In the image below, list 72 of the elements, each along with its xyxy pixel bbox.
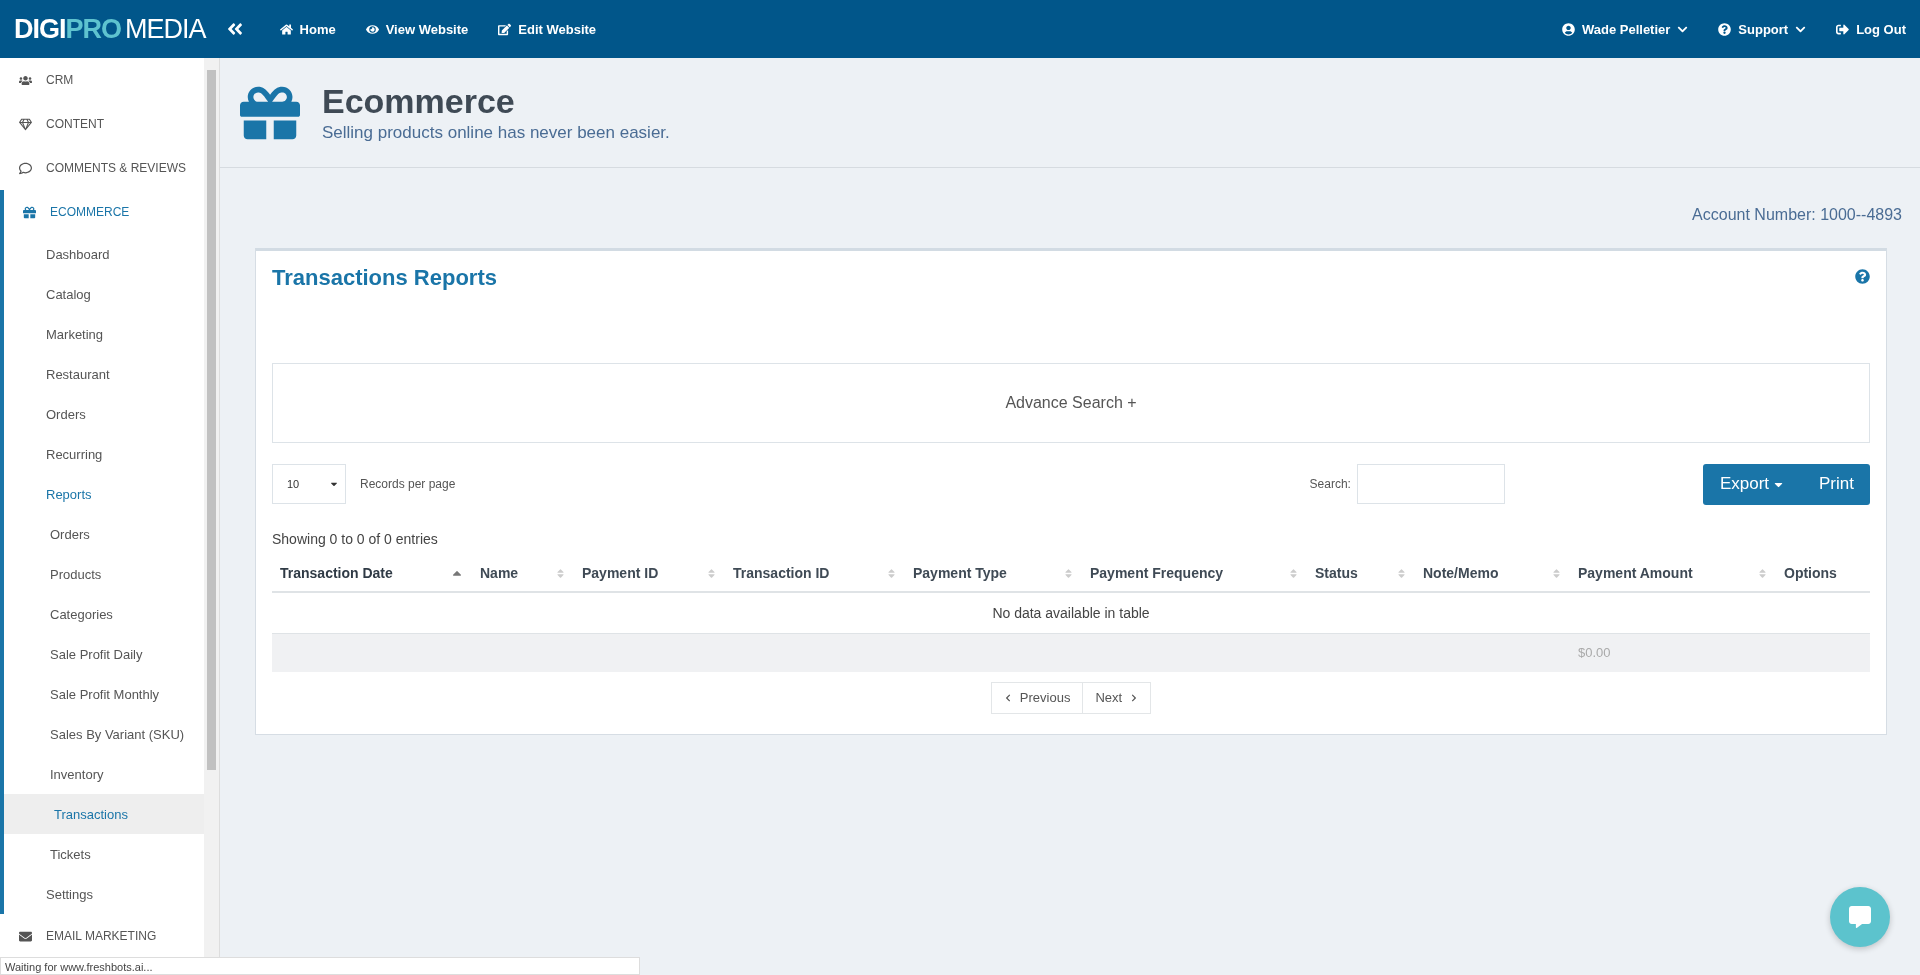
- advance-search-toggle[interactable]: Advance Search +: [272, 363, 1870, 443]
- column-header[interactable]: Status: [1307, 555, 1415, 592]
- nav-link[interactable]: Edit Website: [498, 21, 597, 37]
- column-header[interactable]: Options: [1776, 555, 1870, 592]
- sidebar-item[interactable]: Marketing: [4, 314, 204, 354]
- sidebar-item[interactable]: Dashboard: [4, 234, 204, 274]
- support-menu[interactable]: Support: [1718, 21, 1807, 37]
- sidebar-item[interactable]: Orders: [4, 394, 204, 434]
- sidebar-item[interactable]: Reports: [4, 474, 204, 514]
- column-header[interactable]: Payment ID: [574, 555, 725, 592]
- users-icon: [18, 73, 32, 87]
- sidebar-section[interactable]: EMAIL MARKETING: [0, 914, 204, 958]
- next-button[interactable]: Next: [1082, 681, 1152, 714]
- column-header[interactable]: Payment Frequency: [1082, 555, 1307, 592]
- entries-info: Showing 0 to 0 of 0 entries: [272, 531, 439, 547]
- logo[interactable]: DIGIPRO MEDIA: [14, 13, 206, 45]
- logout-link[interactable]: Log Out: [1836, 21, 1906, 37]
- column-header[interactable]: Payment Type: [905, 555, 1082, 592]
- sidebar-section[interactable]: CRM: [0, 58, 204, 102]
- sidebar-item[interactable]: Sales By Variant (SKU): [4, 714, 204, 754]
- help-icon: [1718, 22, 1732, 36]
- column-header[interactable]: Transaction Date: [272, 555, 472, 592]
- column-header[interactable]: Transaction ID: [725, 555, 905, 592]
- page-subtitle: Selling products online has never been easier.: [322, 123, 670, 143]
- page-size-label: Records per page: [360, 477, 456, 491]
- column-header[interactable]: Payment Amount: [1570, 555, 1776, 592]
- sidebar-item[interactable]: Categories: [4, 594, 204, 634]
- gift-icon: [22, 205, 36, 219]
- page-title: Ecommerce: [322, 82, 516, 121]
- page-size-select[interactable]: 10: [272, 464, 346, 504]
- print-button[interactable]: Print: [1801, 463, 1870, 505]
- card-title: Transactions Reports: [272, 265, 497, 291]
- sidebar-item[interactable]: Tickets: [4, 834, 204, 874]
- column-header[interactable]: Name: [472, 555, 574, 592]
- account-number: Account Number: 1000--4893: [1692, 206, 1902, 224]
- help-icon[interactable]: [1855, 269, 1870, 284]
- sidebar-item[interactable]: Settings: [4, 874, 204, 914]
- gem-icon: [18, 117, 32, 131]
- sidebar-section[interactable]: ECOMMERCE: [4, 190, 204, 234]
- sidebar-item[interactable]: Sale Profit Monthly: [4, 674, 204, 714]
- sidebar-item[interactable]: Inventory: [4, 754, 204, 794]
- sidebar-section[interactable]: COMMENTS & REVIEWS: [0, 146, 204, 190]
- sidebar-item[interactable]: Catalog: [4, 274, 204, 314]
- edit-icon: [498, 22, 512, 36]
- sidebar-item[interactable]: Sale Profit Daily: [4, 634, 204, 674]
- home-icon: [279, 22, 293, 36]
- chat-icon: [1849, 906, 1871, 928]
- search-label: Search:: [1309, 477, 1351, 491]
- chevron-right-icon: [1130, 693, 1139, 702]
- comment-icon: [18, 161, 32, 175]
- previous-button[interactable]: Previous: [990, 681, 1084, 714]
- user-icon: [1561, 22, 1575, 36]
- status-tooltip: Waiting for www.freshbots.ai...: [0, 957, 640, 975]
- search-field[interactable]: [1356, 464, 1505, 504]
- sidebar-item[interactable]: Orders: [4, 514, 204, 554]
- user-menu[interactable]: Wade Pelletier: [1561, 21, 1689, 37]
- sidebar-item[interactable]: Restaurant: [4, 354, 204, 394]
- envelope-icon: [18, 929, 32, 943]
- collapse-icon[interactable]: [225, 20, 244, 38]
- column-header[interactable]: Note/Memo: [1415, 555, 1570, 592]
- nav-link[interactable]: View Website: [365, 21, 469, 37]
- chevron-left-icon: [1003, 693, 1012, 702]
- logout-icon: [1836, 22, 1850, 36]
- eye-icon: [365, 22, 379, 36]
- export-dropdown[interactable]: Export: [1702, 463, 1802, 505]
- nav-link[interactable]: Home: [279, 21, 336, 37]
- total-amount: $0.00: [1570, 633, 1776, 672]
- sidebar-item[interactable]: Recurring: [4, 434, 204, 474]
- empty-message: No data available in table: [272, 592, 1870, 634]
- sidebar-section[interactable]: CONTENT: [0, 102, 204, 146]
- chat-button[interactable]: [1830, 887, 1890, 947]
- sidebar-item[interactable]: Products: [4, 554, 204, 594]
